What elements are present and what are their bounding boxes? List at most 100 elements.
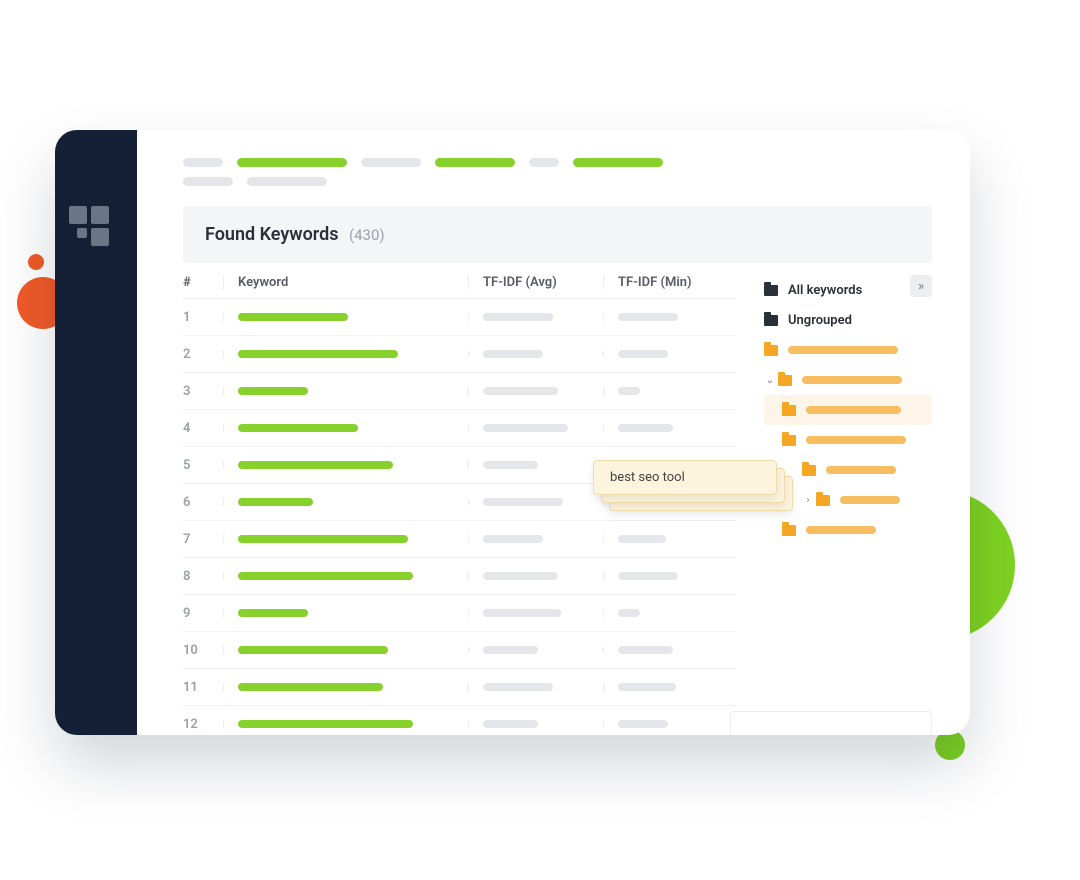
- cell-tfidf-avg: [468, 572, 603, 580]
- decor-dot-orange-small: [28, 254, 44, 270]
- value-placeholder: [618, 535, 666, 543]
- value-placeholder: [483, 424, 568, 432]
- cell-tfidf-avg: [468, 535, 603, 543]
- cell-keyword: [223, 424, 468, 432]
- value-placeholder: [483, 572, 558, 580]
- table-row[interactable]: 11: [183, 669, 736, 706]
- crumb-placeholder: [183, 177, 233, 186]
- cell-tfidf-min: [603, 646, 736, 654]
- title-count: (430): [349, 226, 385, 244]
- collapse-panel-button[interactable]: »: [910, 275, 932, 297]
- table-row[interactable]: 4: [183, 410, 736, 447]
- group-subitem[interactable]: [764, 515, 932, 545]
- cell-tfidf-avg: [468, 646, 603, 654]
- keyword-placeholder: [238, 498, 313, 506]
- keyword-placeholder: [238, 461, 393, 469]
- chevron-down-icon[interactable]: ⌄: [764, 375, 776, 386]
- group-item-expandable[interactable]: ⌄: [764, 365, 932, 395]
- value-placeholder: [483, 350, 543, 358]
- value-placeholder: [483, 313, 553, 321]
- tooltip-text: best seo tool: [610, 470, 685, 485]
- folder-icon: [764, 315, 778, 326]
- keyword-placeholder: [238, 572, 413, 580]
- table-row[interactable]: 12: [183, 706, 736, 735]
- chevron-double-right-icon: »: [918, 279, 924, 294]
- keyword-placeholder: [238, 387, 308, 395]
- cell-tfidf-min: [603, 720, 736, 728]
- crumb-placeholder: [529, 158, 559, 167]
- value-placeholder: [618, 350, 668, 358]
- value-placeholder: [618, 646, 673, 654]
- row-number: 2: [183, 347, 223, 362]
- row-number: 7: [183, 532, 223, 547]
- table-row[interactable]: 2: [183, 336, 736, 373]
- folder-icon: [782, 435, 796, 446]
- breadcrumb-secondary: [183, 177, 970, 186]
- cell-tfidf-min: [603, 609, 736, 617]
- keyword-placeholder: [238, 646, 388, 654]
- group-item[interactable]: [764, 335, 932, 365]
- cell-keyword: [223, 535, 468, 543]
- table-row[interactable]: 10: [183, 632, 736, 669]
- col-keyword[interactable]: Keyword: [223, 275, 468, 290]
- cell-tfidf-min: [603, 572, 736, 580]
- table-row[interactable]: 1: [183, 299, 736, 336]
- chevron-right-icon[interactable]: ›: [802, 495, 814, 506]
- row-number: 12: [183, 717, 223, 732]
- group-all-keywords[interactable]: All keywords: [764, 275, 932, 305]
- col-tfidf-min[interactable]: TF-IDF (Min): [603, 275, 736, 290]
- table-row[interactable]: 8: [183, 558, 736, 595]
- folder-icon: [782, 525, 796, 536]
- folder-icon: [764, 285, 778, 296]
- row-number: 6: [183, 495, 223, 510]
- row-number: 8: [183, 569, 223, 584]
- section-header: Found Keywords (430): [183, 206, 932, 263]
- value-placeholder: [618, 424, 673, 432]
- row-number: 10: [183, 643, 223, 658]
- breadcrumb: [183, 158, 970, 167]
- cell-keyword: [223, 387, 468, 395]
- app-window: Found Keywords (430) # Keyword TF-IDF (A…: [55, 130, 970, 735]
- row-number: 1: [183, 310, 223, 325]
- row-number: 9: [183, 606, 223, 621]
- group-placeholder: [840, 496, 900, 504]
- panel-footer-input[interactable]: [730, 711, 932, 735]
- table-row[interactable]: 7: [183, 521, 736, 558]
- folder-icon: [816, 495, 830, 506]
- cell-tfidf-avg: [468, 609, 603, 617]
- cell-tfidf-avg: [468, 424, 603, 432]
- value-placeholder: [618, 313, 678, 321]
- value-placeholder: [618, 387, 640, 395]
- crumb-placeholder: [435, 158, 515, 167]
- cell-tfidf-avg: [468, 387, 603, 395]
- keyword-placeholder: [238, 350, 398, 358]
- value-placeholder: [483, 683, 553, 691]
- table-row[interactable]: 3: [183, 373, 736, 410]
- table-row[interactable]: 9: [183, 595, 736, 632]
- app-logo-icon: [69, 206, 111, 248]
- value-placeholder: [483, 498, 563, 506]
- col-tfidf-avg[interactable]: TF-IDF (Avg): [468, 275, 603, 290]
- cell-keyword: [223, 498, 468, 506]
- value-placeholder: [483, 720, 538, 728]
- value-placeholder: [483, 646, 538, 654]
- cell-tfidf-min: [603, 387, 736, 395]
- group-subitem[interactable]: [764, 425, 932, 455]
- value-placeholder: [483, 461, 538, 469]
- group-ungrouped[interactable]: Ungrouped: [764, 305, 932, 335]
- cell-tfidf-avg: [468, 461, 603, 469]
- col-number[interactable]: #: [183, 275, 223, 290]
- group-label: All keywords: [788, 283, 862, 298]
- folder-icon: [802, 465, 816, 476]
- value-placeholder: [483, 387, 558, 395]
- cell-tfidf-min: [603, 313, 736, 321]
- main-content: Found Keywords (430) # Keyword TF-IDF (A…: [137, 130, 970, 735]
- folder-icon: [764, 345, 778, 356]
- group-placeholder: [802, 376, 902, 384]
- section-title: Found Keywords (430): [205, 224, 385, 245]
- tooltip-card[interactable]: best seo tool: [593, 460, 777, 495]
- group-subitem-active[interactable]: [764, 395, 932, 425]
- keyword-placeholder: [238, 313, 348, 321]
- cell-tfidf-min: [603, 535, 736, 543]
- cell-tfidf-avg: [468, 683, 603, 691]
